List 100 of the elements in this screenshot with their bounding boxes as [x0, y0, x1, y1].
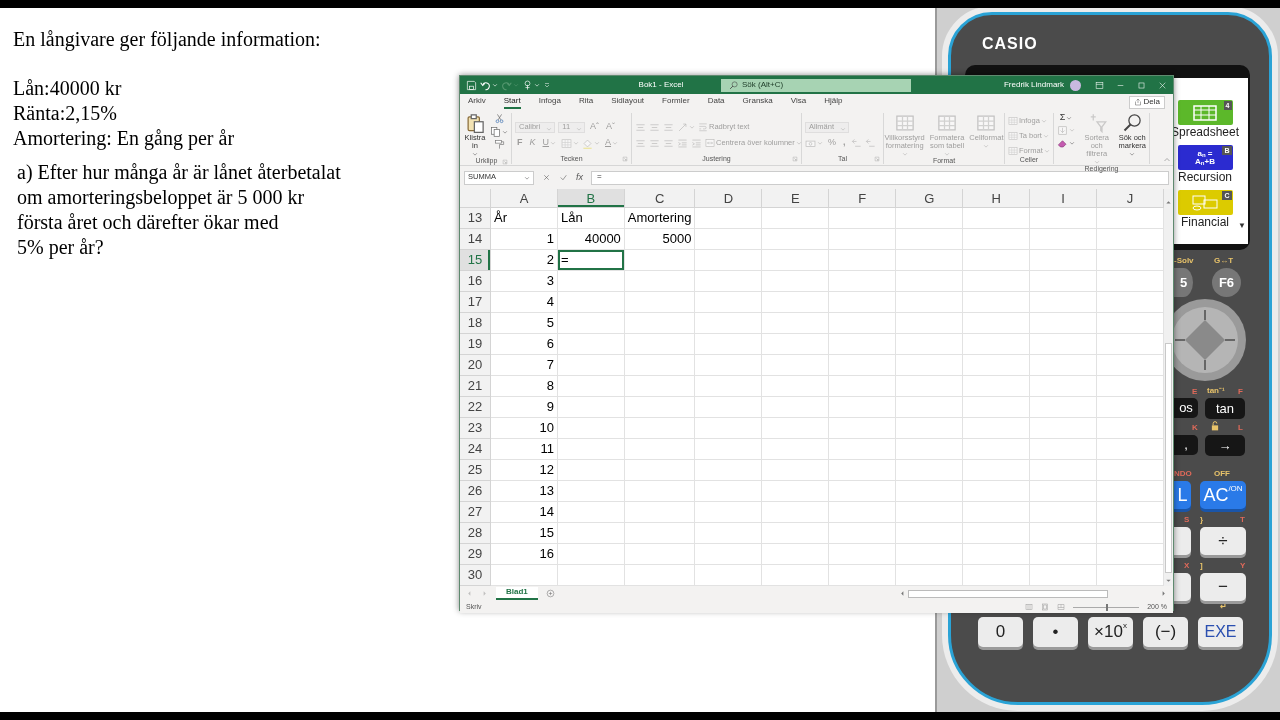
table-cell[interactable]: [695, 397, 763, 418]
ribbon-tab[interactable]: Hjälp: [824, 96, 843, 109]
ribbon-button[interactable]: [1057, 137, 1075, 149]
table-cell[interactable]: [829, 544, 897, 565]
ribbon-button[interactable]: [490, 126, 509, 137]
table-cell[interactable]: [1097, 502, 1164, 523]
table-cell[interactable]: [896, 334, 964, 355]
maximize-button[interactable]: [1137, 80, 1146, 90]
view-button[interactable]: [1025, 602, 1034, 612]
table-cell[interactable]: 1: [491, 229, 558, 250]
table-cell[interactable]: [1097, 544, 1164, 565]
table-cell[interactable]: [557, 271, 625, 292]
table-cell[interactable]: [1030, 334, 1098, 355]
table-cell[interactable]: [557, 355, 625, 376]
table-cell[interactable]: [624, 481, 696, 502]
table-cell[interactable]: [896, 292, 964, 313]
table-cell[interactable]: [896, 355, 964, 376]
calculator-key[interactable]: os: [1174, 398, 1198, 418]
table-cell[interactable]: [557, 439, 625, 460]
table-cell[interactable]: [1030, 418, 1098, 439]
row-header[interactable]: 16: [460, 271, 491, 292]
column-header[interactable]: B: [557, 189, 625, 208]
row-header[interactable]: 15: [460, 250, 491, 271]
table-cell[interactable]: [963, 460, 1031, 481]
table-cell[interactable]: [1030, 292, 1098, 313]
table-cell[interactable]: [624, 313, 696, 334]
table-cell[interactable]: [1097, 229, 1164, 250]
table-cell[interactable]: [963, 250, 1031, 271]
table-cell[interactable]: [762, 313, 830, 334]
table-cell[interactable]: [1030, 544, 1098, 565]
view-button[interactable]: [1041, 602, 1050, 612]
table-cell[interactable]: [695, 502, 763, 523]
table-cell[interactable]: [963, 292, 1031, 313]
table-cell[interactable]: [1097, 523, 1164, 544]
table-cell[interactable]: [1030, 481, 1098, 502]
calculator-key[interactable]: L: [1174, 481, 1191, 509]
table-cell[interactable]: [695, 544, 763, 565]
table-cell[interactable]: [624, 250, 696, 271]
table-cell[interactable]: [695, 355, 763, 376]
ribbon-tab[interactable]: Sidlayout: [611, 96, 645, 109]
table-cell[interactable]: [963, 334, 1031, 355]
close-button[interactable]: [1158, 80, 1167, 90]
table-cell[interactable]: [896, 523, 964, 544]
table-cell[interactable]: [896, 397, 964, 418]
table-cell[interactable]: [695, 250, 763, 271]
table-cell[interactable]: [762, 355, 830, 376]
table-cell[interactable]: [963, 481, 1031, 502]
ribbon-tab[interactable]: Infoga: [538, 96, 561, 109]
table-cell[interactable]: [896, 250, 964, 271]
calculator-key[interactable]: ×10$^{x}$: [1088, 617, 1133, 647]
table-cell[interactable]: 5000: [624, 229, 696, 250]
table-cell[interactable]: [963, 439, 1031, 460]
table-cell[interactable]: [762, 271, 830, 292]
column-header[interactable]: F: [829, 189, 897, 208]
table-cell[interactable]: 10: [491, 418, 558, 439]
table-cell[interactable]: Lån: [557, 208, 625, 229]
table-cell[interactable]: =: [557, 250, 625, 271]
view-button[interactable]: [1057, 602, 1066, 612]
table-cell[interactable]: [963, 544, 1031, 565]
table-cell[interactable]: [624, 397, 696, 418]
table-cell[interactable]: [762, 481, 830, 502]
calculator-key[interactable]: ÷: [1200, 527, 1246, 555]
table-cell[interactable]: [762, 502, 830, 523]
table-cell[interactable]: [1097, 355, 1164, 376]
table-cell[interactable]: [1097, 271, 1164, 292]
slider-thumb[interactable]: [1106, 603, 1109, 611]
toolbar-button[interactable]: [543, 81, 551, 89]
table-cell[interactable]: [762, 334, 830, 355]
column-header[interactable]: G: [896, 189, 964, 208]
table-cell[interactable]: 2: [491, 250, 558, 271]
table-cell[interactable]: [762, 544, 830, 565]
table-cell[interactable]: [557, 397, 625, 418]
table-cell[interactable]: [695, 418, 763, 439]
table-cell[interactable]: [829, 376, 897, 397]
table-cell[interactable]: [896, 418, 964, 439]
calculator-key[interactable]: [1174, 573, 1191, 601]
table-cell[interactable]: [1030, 208, 1098, 229]
table-cell[interactable]: [557, 460, 625, 481]
table-cell[interactable]: Amortering: [624, 208, 696, 229]
table-cell[interactable]: [762, 418, 830, 439]
row-header[interactable]: 28: [460, 523, 491, 544]
table-cell[interactable]: [1030, 376, 1098, 397]
row-header[interactable]: 29: [460, 544, 491, 565]
table-cell[interactable]: [829, 292, 897, 313]
column-header[interactable]: J: [1097, 189, 1164, 208]
table-cell[interactable]: [695, 313, 763, 334]
calculator-key[interactable]: →: [1205, 435, 1245, 456]
table-cell[interactable]: [1030, 313, 1098, 334]
table-cell[interactable]: [624, 376, 696, 397]
calculator-key[interactable]: EXE: [1198, 617, 1243, 647]
table-cell[interactable]: [963, 355, 1031, 376]
row-header[interactable]: 22: [460, 397, 491, 418]
table-cell[interactable]: [829, 439, 897, 460]
enter-button[interactable]: [559, 172, 568, 183]
ribbon-button[interactable]: [493, 113, 505, 124]
toolbar-button[interactable]: [480, 79, 498, 91]
ribbon-tab[interactable]: Granska: [742, 96, 773, 109]
table-cell[interactable]: [1030, 250, 1098, 271]
row-header[interactable]: 14: [460, 229, 491, 250]
table-cell[interactable]: [762, 208, 830, 229]
